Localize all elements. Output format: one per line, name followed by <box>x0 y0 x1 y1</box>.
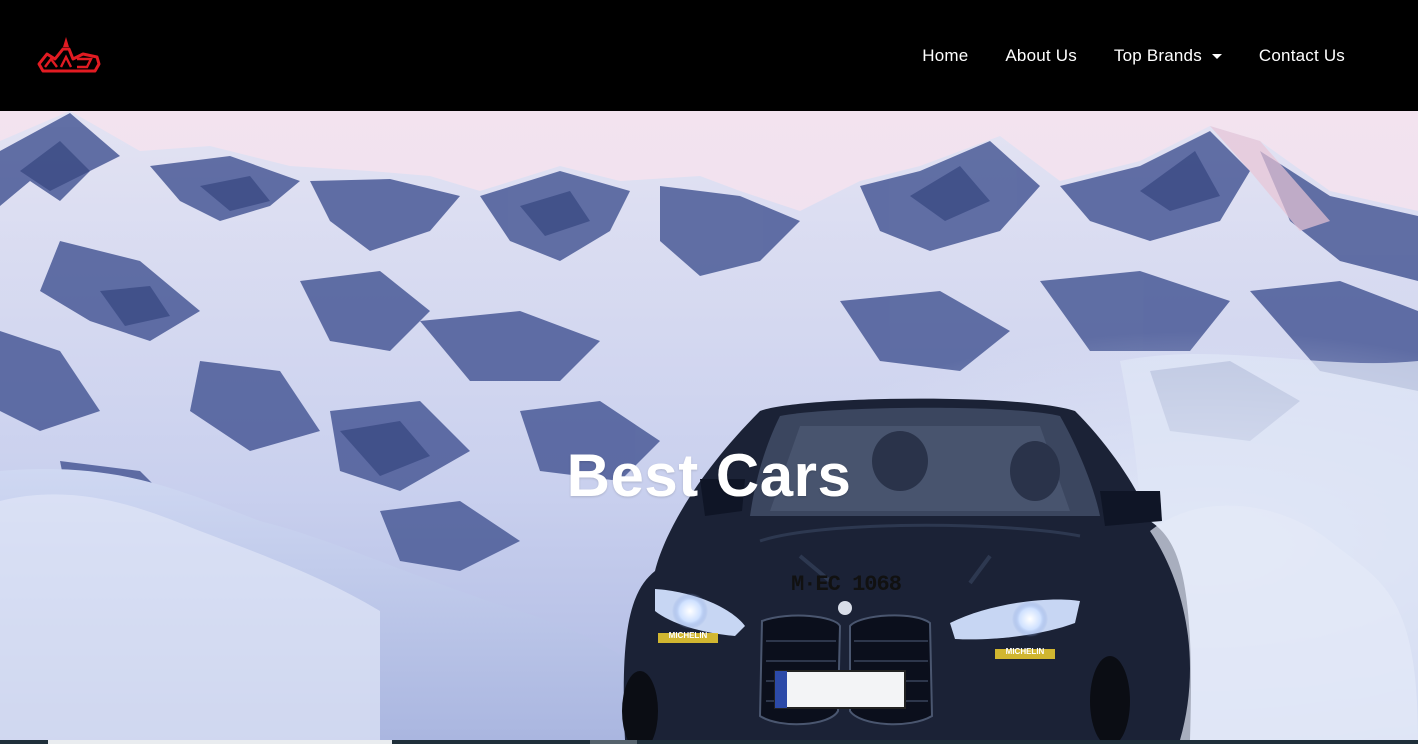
nav-top-brands-label: Top Brands <box>1113 45 1202 65</box>
nav-contact-label: Contact Us <box>1258 45 1345 65</box>
main-nav: Home About Us Top Brands Contact Us <box>922 0 1418 111</box>
nav-top-brands-dropdown[interactable]: Top Brands <box>1114 46 1222 66</box>
nav-contact-us[interactable]: Contact Us <box>1259 46 1345 66</box>
scrollbar-track-segment <box>590 740 637 744</box>
license-plate-text: M·EC 1068 <box>791 572 902 597</box>
maz-logo-icon[interactable] <box>35 37 101 75</box>
nav-about-label: About Us <box>1005 45 1077 65</box>
hero-title: Best Cars <box>566 442 852 510</box>
bmw-badge-icon <box>838 601 852 615</box>
decal-text-left: MICHELIN <box>668 631 708 640</box>
scrollbar-thumb[interactable] <box>48 740 392 744</box>
hero-background-image <box>0 111 1418 740</box>
horizontal-scrollbar[interactable] <box>0 740 1418 744</box>
caret-down-icon[interactable] <box>1211 54 1222 59</box>
nav-home[interactable]: Home <box>922 46 968 66</box>
hero-banner: M·EC 1068 MICHELIN MICHELIN Best Cars <box>0 111 1418 740</box>
nav-home-label: Home <box>922 45 969 65</box>
decal-text-right: MICHELIN <box>1005 647 1045 656</box>
nav-about-us[interactable]: About Us <box>1005 46 1077 66</box>
navbar: Home About Us Top Brands Contact Us <box>0 0 1418 111</box>
